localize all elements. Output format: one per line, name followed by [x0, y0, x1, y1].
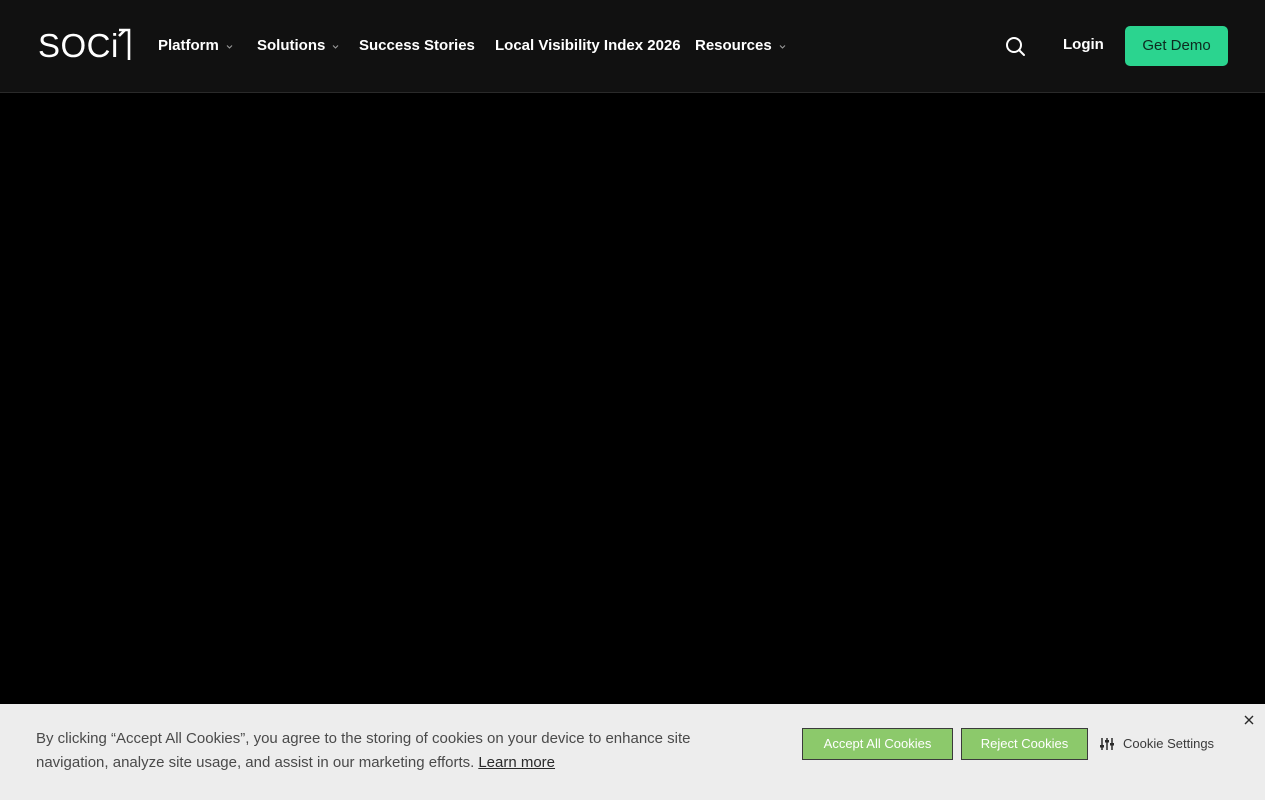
close-icon: [1244, 715, 1254, 725]
cookie-banner: By clicking “Accept All Cookies”, you ag…: [0, 704, 1265, 800]
nav-label: Resources: [695, 37, 772, 54]
chevron-down-icon: [226, 44, 233, 49]
nav-item-success-stories[interactable]: Success Stories: [359, 36, 475, 56]
nav-item-local-visibility-index[interactable]: Local Visibility Index 2026: [495, 36, 681, 56]
logo-text: SOCi: [38, 27, 119, 64]
hero-video-area: [0, 94, 1265, 704]
nav-label: Platform: [158, 37, 219, 54]
logo-arrow-icon: [118, 28, 131, 60]
cookie-message: By clicking “Accept All Cookies”, you ag…: [36, 727, 756, 775]
cookie-settings-label: Cookie Settings: [1123, 736, 1215, 751]
chevron-down-icon: [332, 44, 339, 49]
nav-label: Success Stories: [359, 37, 475, 54]
login-link[interactable]: Login: [1063, 35, 1104, 55]
nav-item-platform[interactable]: Platform: [158, 36, 234, 56]
cookie-settings-button[interactable]: Cookie Settings: [1099, 735, 1214, 753]
nav-label: Solutions: [257, 37, 326, 54]
search-icon: [1006, 37, 1025, 56]
get-demo-button[interactable]: Get Demo: [1125, 26, 1228, 66]
search-button[interactable]: [1003, 34, 1027, 58]
cookie-close-button[interactable]: [1242, 713, 1256, 727]
cookie-text: By clicking “Accept All Cookies”, you ag…: [36, 730, 691, 771]
soci-logo[interactable]: SOCi: [38, 27, 131, 64]
site-header: SOCi Platform Solutions Success Stories …: [0, 0, 1265, 93]
sliders-icon: [1100, 738, 1114, 750]
chevron-down-icon: [779, 44, 786, 49]
accept-all-cookies-button[interactable]: Accept All Cookies: [802, 728, 953, 760]
nav-label: Local Visibility Index 2026: [495, 37, 681, 54]
page-scrollbar[interactable]: [1265, 0, 1280, 800]
nav-item-resources[interactable]: Resources: [695, 36, 787, 56]
reject-cookies-button[interactable]: Reject Cookies: [961, 728, 1088, 760]
learn-more-link[interactable]: Learn more: [478, 754, 555, 771]
nav-item-solutions[interactable]: Solutions: [257, 36, 340, 56]
